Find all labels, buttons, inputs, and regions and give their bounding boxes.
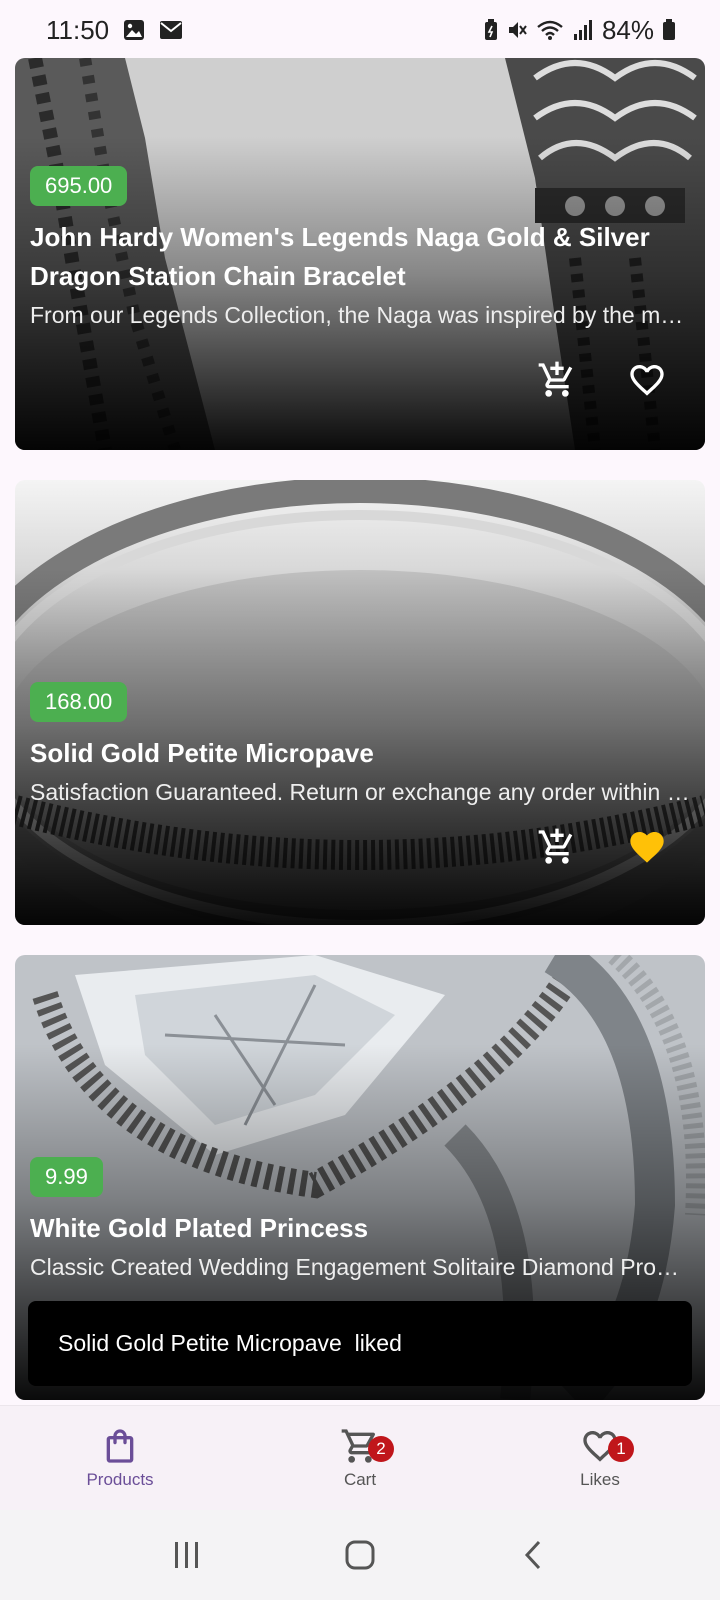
battery-saver-icon [484,19,497,40]
back-button[interactable] [508,1530,558,1580]
nav-item-likes[interactable]: 1 Likes [480,1406,720,1510]
nav-item-products[interactable]: Products [0,1406,240,1510]
mute-icon [508,22,527,38]
product-card[interactable]: 168.00 Solid Gold Petite Micropave Satis… [15,480,705,925]
price-badge: 168.00 [30,682,128,722]
recents-icon [174,1542,198,1568]
snackbar: Solid Gold Petite Micropave liked [28,1301,692,1386]
bottom-navigation: Products 2 Cart 1 Likes [0,1405,720,1510]
battery-percent: 84% [601,14,654,45]
status-bar: 11:50 84% [0,0,720,60]
add-to-cart-button[interactable] [537,360,577,400]
battery-icon [663,19,675,40]
product-description: From our Legends Collection, the Naga wa… [30,302,690,328]
heart-outline-icon [630,365,664,396]
product-card[interactable]: 695.00 John Hardy Women's Legends Naga G… [15,58,705,450]
back-icon [525,1540,541,1570]
screen: 11:50 84% 695.00 John Hardy Women's Lege… [0,0,720,1600]
price-badge: 9.99 [30,1157,103,1197]
status-time: 11:50 [46,14,110,45]
price-badge: 695.00 [30,166,128,206]
home-icon [345,1540,375,1570]
signal-icon [573,20,592,40]
product-title: White Gold Plated Princess [30,1213,369,1243]
mail-icon [160,21,183,39]
like-button[interactable] [627,360,667,400]
image-icon [124,20,145,40]
cart-count-badge: 2 [368,1436,394,1462]
product-title: Solid Gold Petite Micropave [30,738,374,768]
likes-count-badge: 1 [608,1436,634,1462]
add-cart-icon [538,361,573,397]
snackbar-message: Solid Gold Petite Micropave liked [58,1330,402,1356]
product-title: John Hardy Women's Legends Naga Gold & S… [30,222,650,291]
heart-filled-icon [630,832,664,863]
shopping-bag-icon [106,1429,134,1463]
nav-item-cart[interactable]: 2 Cart [240,1406,480,1510]
system-navigation-bar [0,1510,720,1600]
add-to-cart-button[interactable] [537,827,577,867]
product-description: Classic Created Wedding Engagement Solit… [30,1254,690,1280]
home-button[interactable] [335,1530,385,1580]
like-button[interactable] [627,827,667,867]
add-cart-icon [538,828,573,864]
recents-button[interactable] [162,1530,212,1580]
product-description: Satisfaction Guaranteed. Return or excha… [30,779,690,805]
nav-label: Likes [580,1470,620,1489]
wifi-icon [537,20,563,40]
nav-label: Products [86,1470,154,1489]
nav-label: Cart [343,1470,377,1489]
